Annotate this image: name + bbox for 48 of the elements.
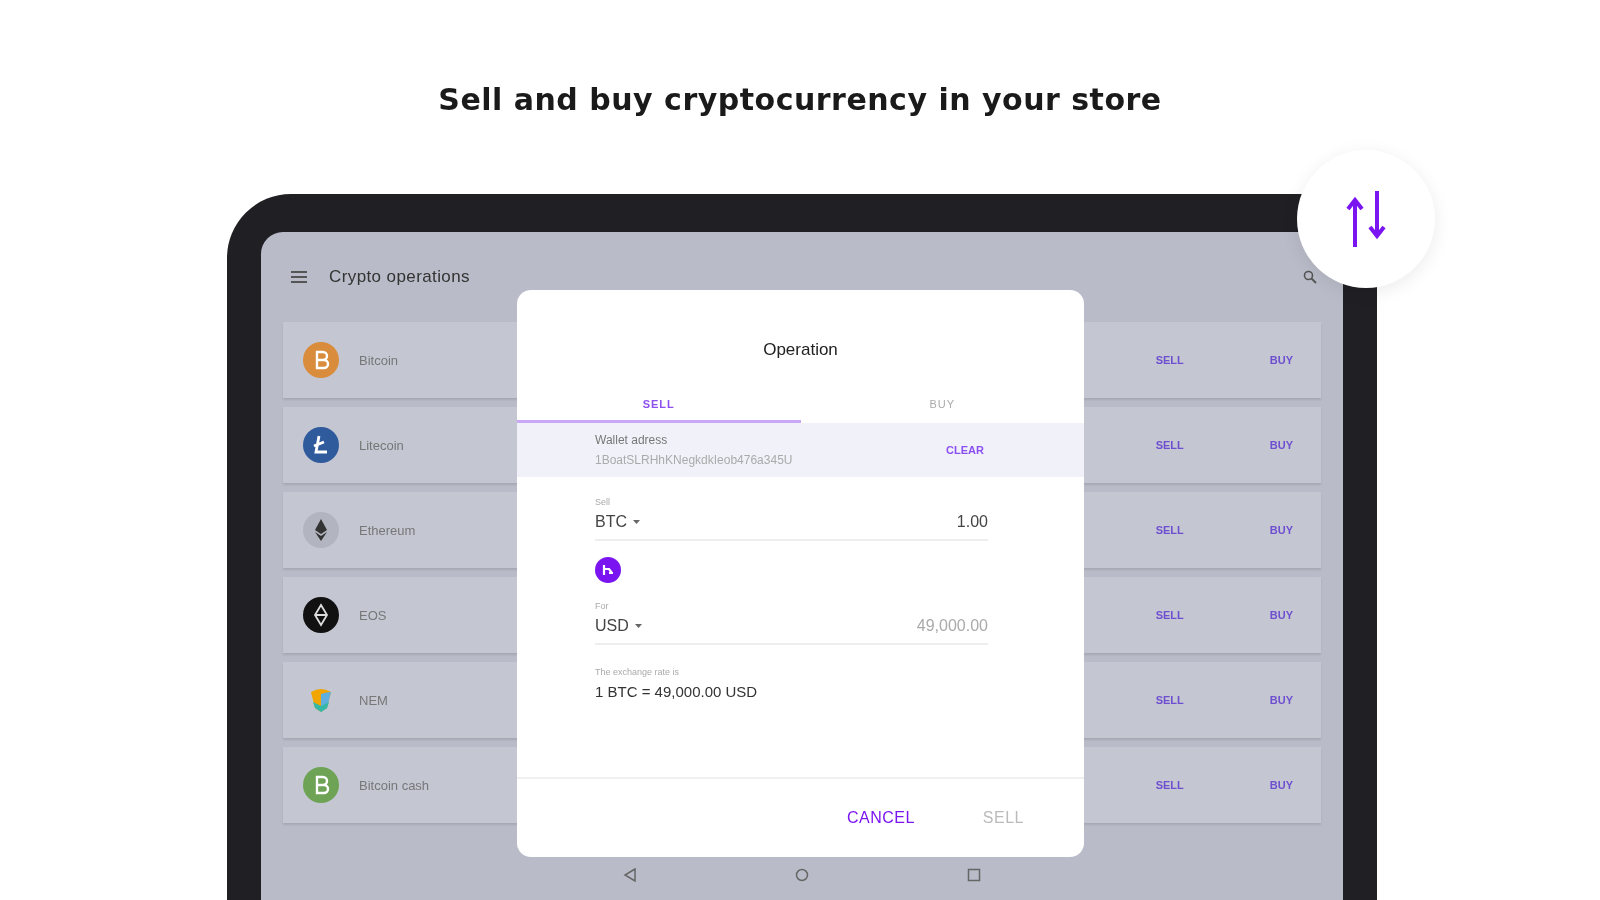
home-icon[interactable]: [795, 868, 809, 882]
buy-button[interactable]: BUY: [1259, 773, 1303, 797]
field-label: Sell: [595, 497, 611, 507]
menu-icon[interactable]: [291, 271, 307, 283]
rate-label: The exchange rate is: [595, 667, 681, 677]
headline: Sell and buy cryptocurrency in your store: [438, 82, 1162, 119]
coin-name: EOS: [359, 607, 387, 623]
dialog-button[interactable]: CANCEL: [842, 805, 919, 831]
coin-icon: [303, 427, 339, 463]
field-label: Wallet adress: [595, 433, 669, 447]
wallet-address: 1BoatSLRHhKNegkdkIeob476a345U: [595, 453, 793, 467]
caret-icon: [634, 624, 642, 628]
buy-button[interactable]: BUY: [1259, 518, 1303, 542]
coin-name: Litecoin: [359, 437, 404, 453]
coin-icon: [303, 767, 339, 803]
search-icon[interactable]: [1303, 270, 1317, 284]
coin-name: Ethereum: [359, 522, 416, 538]
caret-icon: [633, 520, 640, 524]
coin-name: Bitcoin cash: [359, 777, 430, 793]
recents-icon[interactable]: [967, 868, 981, 882]
transfer-icon: [1345, 191, 1387, 247]
sell-button[interactable]: SELL: [1145, 603, 1194, 627]
coin-name: NEM: [359, 692, 388, 708]
wallet-field[interactable]: Wallet adress 1BoatSLRHhKNegkdkIeob476a345U CLEAR: [517, 423, 1084, 477]
currency-dropdown[interactable]: BTC: [595, 513, 640, 531]
amount-field[interactable]: 1.00: [956, 513, 988, 531]
sell-button[interactable]: SELL: [1145, 433, 1194, 457]
coin-name: Bitcoin: [359, 352, 399, 368]
field-label: For: [595, 601, 610, 611]
buy-button[interactable]: BUY: [1259, 348, 1303, 372]
buy-button[interactable]: BUY: [1259, 688, 1303, 712]
clear-button[interactable]: CLEAR: [942, 440, 988, 460]
sell-button[interactable]: SELL: [1145, 688, 1194, 712]
back-icon[interactable]: [623, 868, 637, 882]
sell-button[interactable]: SELL: [1145, 348, 1194, 372]
coin-icon: [303, 342, 339, 378]
dialog-title: Operation: [762, 340, 839, 360]
swap-icon[interactable]: [595, 557, 621, 583]
sell-button[interactable]: SELL: [1145, 773, 1194, 797]
buy-button[interactable]: BUY: [1259, 433, 1303, 457]
app-title: Crypto operations: [329, 267, 470, 287]
amount-field[interactable]: 49,000.00: [916, 617, 988, 635]
tab[interactable]: BUY: [800, 390, 1084, 423]
buy-button[interactable]: BUY: [1259, 603, 1303, 627]
sell-button[interactable]: SELL: [1145, 518, 1194, 542]
coin-icon: [303, 597, 339, 633]
exchange-rate: 1 BTC = 49,000.00 USD: [595, 683, 759, 700]
currency-dropdown[interactable]: USD: [595, 617, 642, 635]
